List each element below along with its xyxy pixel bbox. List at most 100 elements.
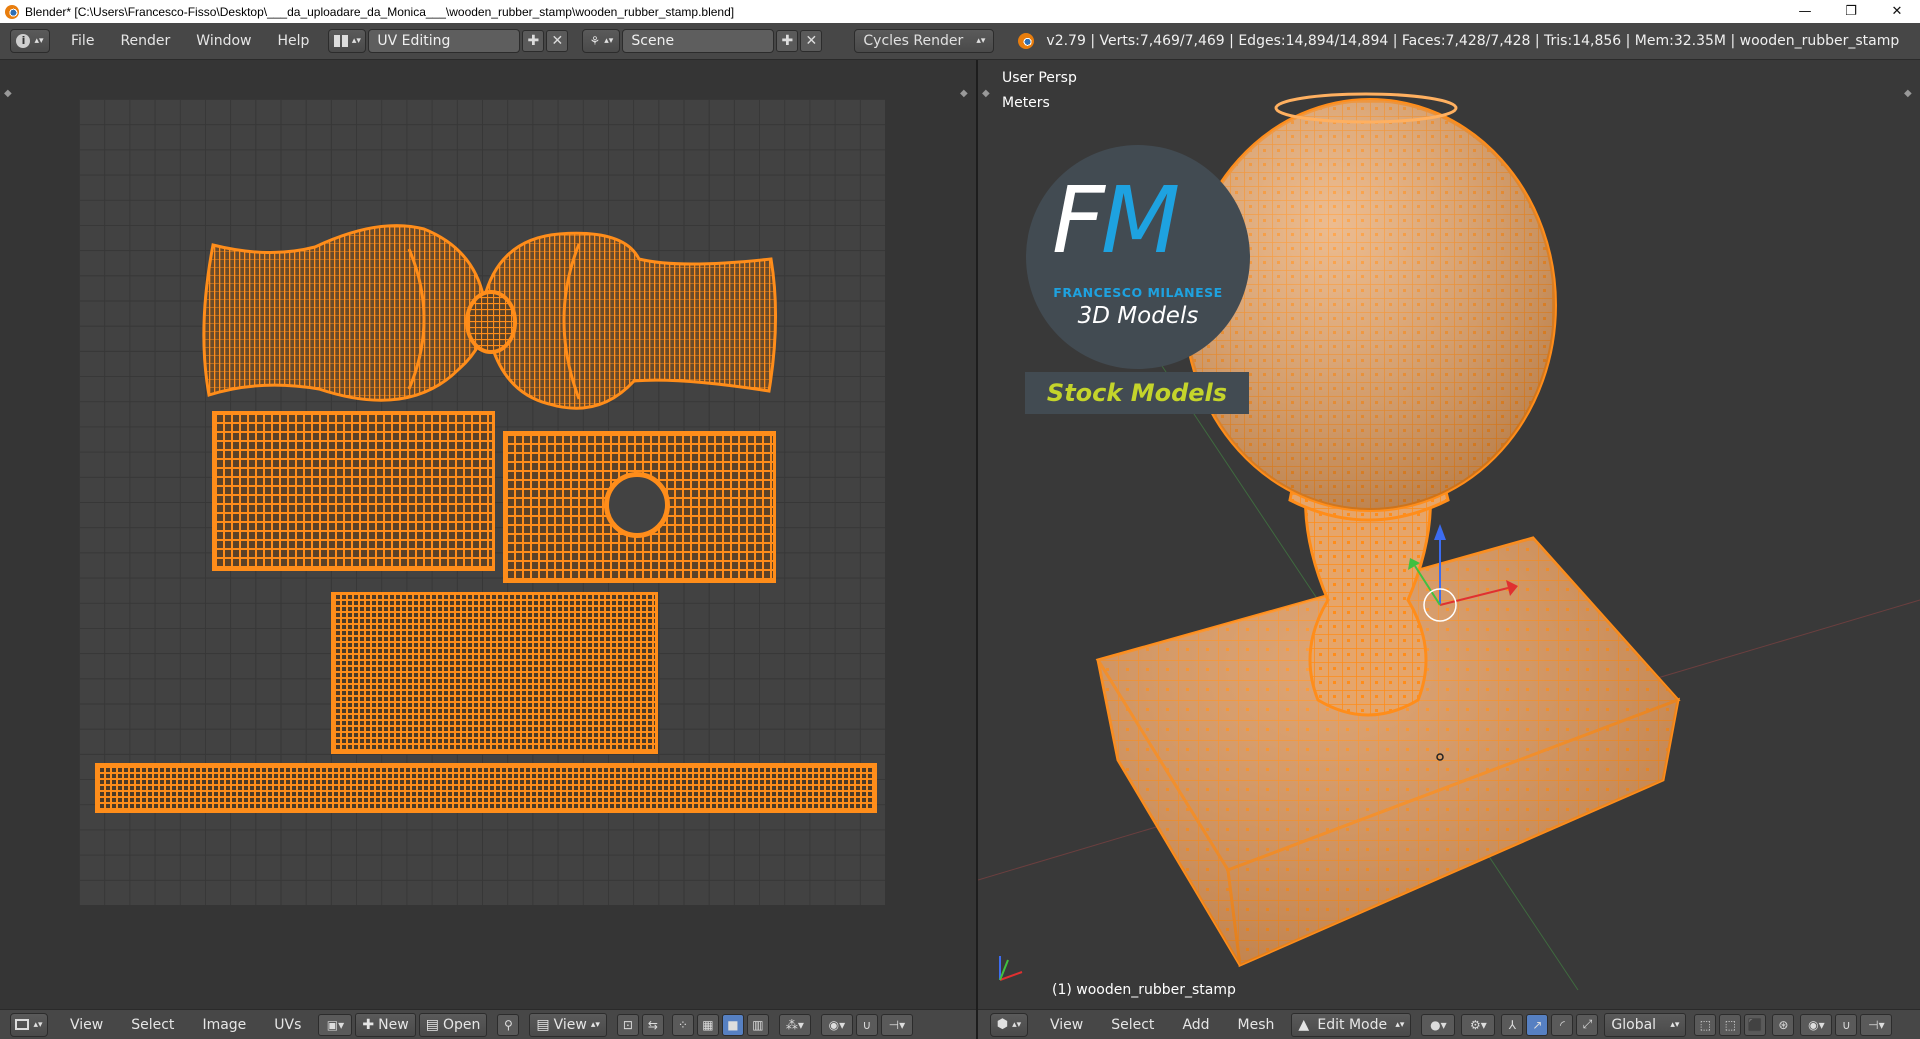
vertex-mode-icon: ⬚ xyxy=(1699,1017,1712,1032)
add-scene-button[interactable]: ✚ xyxy=(776,30,799,52)
chevron-updown-icon: ▴▾ xyxy=(1670,1019,1680,1030)
editor-type-info-button[interactable]: i ▴▾ xyxy=(10,29,50,53)
blender-logo-icon xyxy=(1018,33,1035,49)
pin-icon: ⚲ xyxy=(503,1017,513,1032)
uv-view-mode-label: View xyxy=(553,1016,587,1033)
blender-app-icon xyxy=(5,4,19,19)
stock-models-badge: Stock Models xyxy=(1025,372,1249,414)
proportional-icon: ◉▾ xyxy=(828,1017,846,1032)
chevron-updown-icon: ▴▾ xyxy=(33,1019,43,1030)
pivot-point-dropdown[interactable]: ⚙▾ xyxy=(1461,1013,1496,1036)
translate-manipulator-button[interactable]: ↗ xyxy=(1526,1013,1549,1036)
x-icon: ✕ xyxy=(805,33,818,49)
restore-button[interactable]: ❐ xyxy=(1828,0,1874,23)
region-toggle-right-icon[interactable]: ◆ xyxy=(960,88,968,99)
translate-icon: ↗ xyxy=(1532,1017,1543,1032)
plus-icon: ✚ xyxy=(527,33,540,49)
sync-selection-button[interactable]: ⇆ xyxy=(641,1013,664,1036)
image-editor-icon xyxy=(15,1019,30,1030)
face-select-mode-button[interactable]: ⬛ xyxy=(1744,1013,1767,1036)
uv-island-base-strip[interactable] xyxy=(95,763,877,813)
pivot-button[interactable]: ⊡ xyxy=(616,1013,639,1036)
edge-select-icon: ▦ xyxy=(702,1017,714,1032)
uv-island-base-bottom[interactable] xyxy=(503,431,776,583)
snap-target-icon: ⊣▾ xyxy=(1868,1017,1885,1032)
proportional-edit-dropdown[interactable]: ◉▾ xyxy=(820,1013,853,1036)
menu-window[interactable]: Window xyxy=(183,33,264,49)
screen-layout-browse-button[interactable]: ▴▾ xyxy=(328,29,367,53)
scene-browse-button[interactable]: ⚘ ▴▾ xyxy=(582,29,621,53)
render-engine-dropdown[interactable]: Cycles Render ▴▾ xyxy=(854,29,995,53)
uv-menu-select[interactable]: Select xyxy=(117,1017,188,1033)
open-image-button[interactable]: ▤ Open xyxy=(418,1012,488,1037)
chevron-updown-icon: ▴▾ xyxy=(351,36,361,46)
transform-orientation-dropdown[interactable]: Global ▴▾ xyxy=(1604,1012,1687,1037)
minimize-button[interactable]: — xyxy=(1782,0,1828,23)
editor-type-uv-button[interactable]: ▴▾ xyxy=(10,1012,48,1037)
editor-type-3d-button[interactable]: ⬢ ▴▾ xyxy=(990,1012,1028,1037)
edge-mode-icon: ⬚ xyxy=(1724,1017,1737,1032)
view-icon: ▤ xyxy=(536,1016,550,1033)
add-screen-button[interactable]: ✚ xyxy=(522,30,545,52)
scale-manipulator-button[interactable]: ⤢ xyxy=(1576,1013,1599,1036)
snap-icon: ⊣▾ xyxy=(888,1017,906,1032)
cube-icon: ⬢ xyxy=(996,1017,1009,1032)
menu-file[interactable]: File xyxy=(58,33,107,49)
plus-icon: ✚ xyxy=(362,1016,375,1033)
chevron-updown-icon: ▴▾ xyxy=(1395,1019,1405,1030)
viewport-shading-dropdown[interactable]: ●▾ xyxy=(1421,1013,1456,1036)
rotate-icon: ◜ xyxy=(1560,1017,1565,1032)
uv-island-base-top[interactable] xyxy=(212,411,495,571)
info-icon: i xyxy=(16,34,31,48)
view3d-menu-mesh[interactable]: Mesh xyxy=(1224,1017,1289,1033)
region-toggle-left-icon[interactable]: ◆ xyxy=(4,88,12,99)
viewport-footer: ⬢ ▴▾ View Select Add Mesh ▲ Edit Mode ▴▾… xyxy=(978,1009,1920,1039)
menu-render[interactable]: Render xyxy=(107,33,183,49)
pin-image-button[interactable]: ⚲ xyxy=(497,1013,520,1036)
vertex-select-button[interactable]: ⁘ xyxy=(671,1013,694,1036)
face-select-icon: ■ xyxy=(727,1017,739,1032)
new-image-button[interactable]: ✚ New xyxy=(355,1012,416,1037)
screen-layout-field[interactable]: UV Editing xyxy=(368,29,521,53)
chevron-updown-icon: ▴▾ xyxy=(34,36,44,46)
vertex-select-mode-button[interactable]: ⬚ xyxy=(1694,1013,1717,1036)
uv-island-base-side[interactable] xyxy=(331,592,658,754)
sticky-selection-dropdown[interactable]: ⁂▾ xyxy=(778,1013,811,1036)
proportional-editing-icon: ◉▾ xyxy=(1808,1017,1825,1032)
face-select-button[interactable]: ■ xyxy=(721,1013,744,1036)
snap-target-dropdown[interactable]: ⊣▾ xyxy=(1860,1013,1893,1036)
uv-menu-uvs[interactable]: UVs xyxy=(260,1017,315,1033)
island-select-button[interactable]: ▥ xyxy=(746,1013,769,1036)
edge-select-button[interactable]: ▦ xyxy=(696,1013,719,1036)
view3d-menu-view[interactable]: View xyxy=(1036,1017,1097,1033)
logo-subtitle: 3D Models xyxy=(1077,303,1199,329)
edge-select-mode-button[interactable]: ⬚ xyxy=(1719,1013,1742,1036)
scene-field[interactable]: Scene xyxy=(622,29,775,53)
view3d-menu-select[interactable]: Select xyxy=(1097,1017,1168,1033)
edit-mode-icon: ▲ xyxy=(1298,1016,1310,1033)
uv-image-editor[interactable]: ◆ ◆ xyxy=(0,60,976,1009)
x-icon: ✕ xyxy=(551,33,564,49)
snap-element-dropdown[interactable]: ⊣▾ xyxy=(880,1013,913,1036)
close-window-button[interactable]: ✕ xyxy=(1874,0,1920,23)
snap-button[interactable]: ∪ xyxy=(1835,1013,1858,1036)
menu-help[interactable]: Help xyxy=(264,33,322,49)
image-browse-button[interactable]: ▣▾ xyxy=(318,1013,353,1036)
plus-icon: ✚ xyxy=(781,33,794,49)
rotate-manipulator-button[interactable]: ◜ xyxy=(1551,1013,1574,1036)
uv-view-mode-dropdown[interactable]: ▤ View ▴▾ xyxy=(529,1012,607,1037)
interaction-mode-dropdown[interactable]: ▲ Edit Mode ▴▾ xyxy=(1291,1012,1412,1037)
magnet-icon: ∪ xyxy=(862,1017,872,1032)
vertex-select-icon: ⁘ xyxy=(677,1017,688,1032)
chevron-updown-icon: ▴▾ xyxy=(976,36,986,46)
proportional-editing-dropdown[interactable]: ◉▾ xyxy=(1800,1013,1833,1036)
fm-logo: FM FRANCESCO MILANESE 3D Models xyxy=(1026,145,1250,369)
manipulator-toggle-button[interactable]: ⅄ xyxy=(1501,1013,1524,1036)
delete-screen-button[interactable]: ✕ xyxy=(546,30,569,52)
uv-menu-image[interactable]: Image xyxy=(188,1017,260,1033)
limit-selection-button[interactable]: ⊛ xyxy=(1772,1013,1795,1036)
uv-menu-view[interactable]: View xyxy=(56,1017,117,1033)
view3d-menu-add[interactable]: Add xyxy=(1168,1017,1223,1033)
delete-scene-button[interactable]: ✕ xyxy=(800,30,823,52)
snap-toggle-button[interactable]: ∪ xyxy=(855,1013,878,1036)
